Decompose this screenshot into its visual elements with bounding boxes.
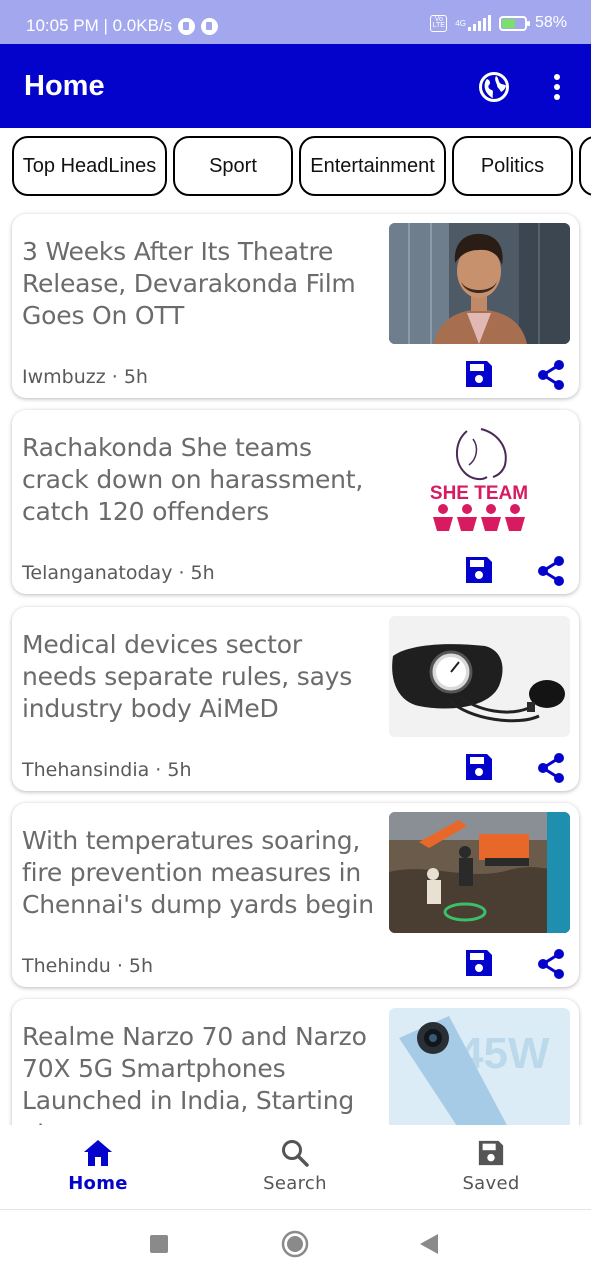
share-button[interactable] bbox=[536, 948, 566, 980]
article-title[interactable]: Rachakonda She teams crack down on haras… bbox=[22, 432, 384, 528]
save-button[interactable] bbox=[464, 752, 494, 782]
news-feed[interactable]: 3 Weeks After Its Theatre Release, Devar… bbox=[0, 200, 591, 1125]
article-source-time: Thehindu · 5h bbox=[22, 955, 154, 977]
share-button[interactable] bbox=[536, 752, 566, 784]
chip-politics[interactable]: Politics bbox=[452, 136, 573, 196]
status-time-speed: 10:05 PM | 0.0KB/s bbox=[26, 16, 173, 35]
news-card[interactable]: 3 Weeks After Its Theatre Release, Devar… bbox=[12, 214, 579, 398]
category-chips: Top HeadLines Sport Entertainment Politi… bbox=[0, 136, 591, 196]
system-navigation-bar bbox=[0, 1210, 591, 1280]
more-vert-icon bbox=[554, 74, 560, 100]
globe-button[interactable] bbox=[478, 71, 510, 103]
battery-icon bbox=[498, 15, 530, 31]
nav-search[interactable]: Search bbox=[225, 1125, 365, 1210]
save-button[interactable] bbox=[464, 359, 494, 389]
thumb-she-team-text: SHE TEAM bbox=[430, 483, 528, 504]
chip-more[interactable] bbox=[579, 136, 591, 196]
home-system-button[interactable] bbox=[281, 1230, 309, 1258]
news-card[interactable]: Medical devices sector needs separate ru… bbox=[12, 607, 579, 791]
volte-icon: Vo LTE bbox=[430, 14, 448, 32]
bottom-navigation: Home Search Saved bbox=[0, 1125, 591, 1210]
share-button[interactable] bbox=[536, 359, 566, 391]
save-button[interactable] bbox=[464, 555, 494, 585]
article-thumbnail[interactable] bbox=[389, 223, 570, 344]
article-source-time: Thehansindia · 5h bbox=[22, 759, 192, 781]
news-card[interactable]: Rachakonda She teams crack down on haras… bbox=[12, 410, 579, 594]
share-icon bbox=[538, 556, 564, 586]
back-button[interactable] bbox=[420, 1234, 438, 1254]
save-icon bbox=[466, 557, 492, 583]
article-title[interactable]: Medical devices sector needs separate ru… bbox=[22, 629, 384, 725]
article-thumbnail[interactable] bbox=[389, 616, 570, 737]
home-icon bbox=[84, 1140, 112, 1166]
news-card[interactable]: Realme Narzo 70 and Narzo 70X 5G Smartph… bbox=[12, 999, 579, 1125]
more-options-button[interactable] bbox=[546, 71, 568, 103]
article-source-time: Iwmbuzz · 5h bbox=[22, 366, 148, 388]
article-thumbnail[interactable]: SHE TEAM bbox=[389, 419, 570, 540]
network-type: 4G bbox=[455, 18, 466, 28]
share-icon bbox=[538, 949, 564, 979]
article-title[interactable]: With temperatures soaring, fire preventi… bbox=[22, 825, 384, 921]
status-left: 10:05 PM | 0.0KB/s bbox=[26, 16, 219, 36]
save-icon bbox=[478, 1140, 504, 1166]
notification-icon bbox=[201, 17, 219, 35]
article-thumbnail[interactable] bbox=[389, 812, 570, 933]
page-title: Home bbox=[24, 70, 105, 102]
battery-percent: 58% bbox=[534, 14, 567, 31]
chip-entertainment[interactable]: Entertainment bbox=[299, 136, 446, 196]
notification-icon bbox=[178, 17, 196, 35]
save-icon bbox=[466, 361, 492, 387]
share-button[interactable] bbox=[536, 555, 566, 587]
nav-search-label: Search bbox=[263, 1173, 327, 1194]
globe-icon bbox=[479, 72, 509, 102]
chip-sport[interactable]: Sport bbox=[173, 136, 293, 196]
nav-home[interactable]: Home bbox=[28, 1125, 168, 1210]
article-source-time: Telanganatoday · 5h bbox=[22, 562, 215, 584]
app-bar: Home bbox=[0, 44, 591, 128]
save-icon bbox=[466, 950, 492, 976]
nav-saved[interactable]: Saved bbox=[421, 1125, 561, 1210]
save-icon bbox=[466, 754, 492, 780]
article-title[interactable]: Realme Narzo 70 and Narzo 70X 5G Smartph… bbox=[22, 1021, 384, 1125]
status-bar: 10:05 PM | 0.0KB/s Vo LTE 4G 58% bbox=[0, 0, 591, 44]
article-title[interactable]: 3 Weeks After Its Theatre Release, Devar… bbox=[22, 236, 384, 332]
search-icon bbox=[282, 1140, 309, 1167]
chip-top-headlines[interactable]: Top HeadLines bbox=[12, 136, 167, 196]
status-right: Vo LTE 4G 58% bbox=[430, 14, 567, 32]
signal-icon bbox=[467, 15, 491, 31]
recents-button[interactable] bbox=[150, 1235, 168, 1253]
save-button[interactable] bbox=[464, 948, 494, 978]
nav-home-label: Home bbox=[68, 1173, 128, 1194]
share-icon bbox=[538, 753, 564, 783]
article-thumbnail[interactable]: 45W bbox=[389, 1008, 570, 1125]
news-card[interactable]: With temperatures soaring, fire preventi… bbox=[12, 803, 579, 987]
nav-saved-label: Saved bbox=[462, 1173, 520, 1194]
share-icon bbox=[538, 360, 564, 390]
